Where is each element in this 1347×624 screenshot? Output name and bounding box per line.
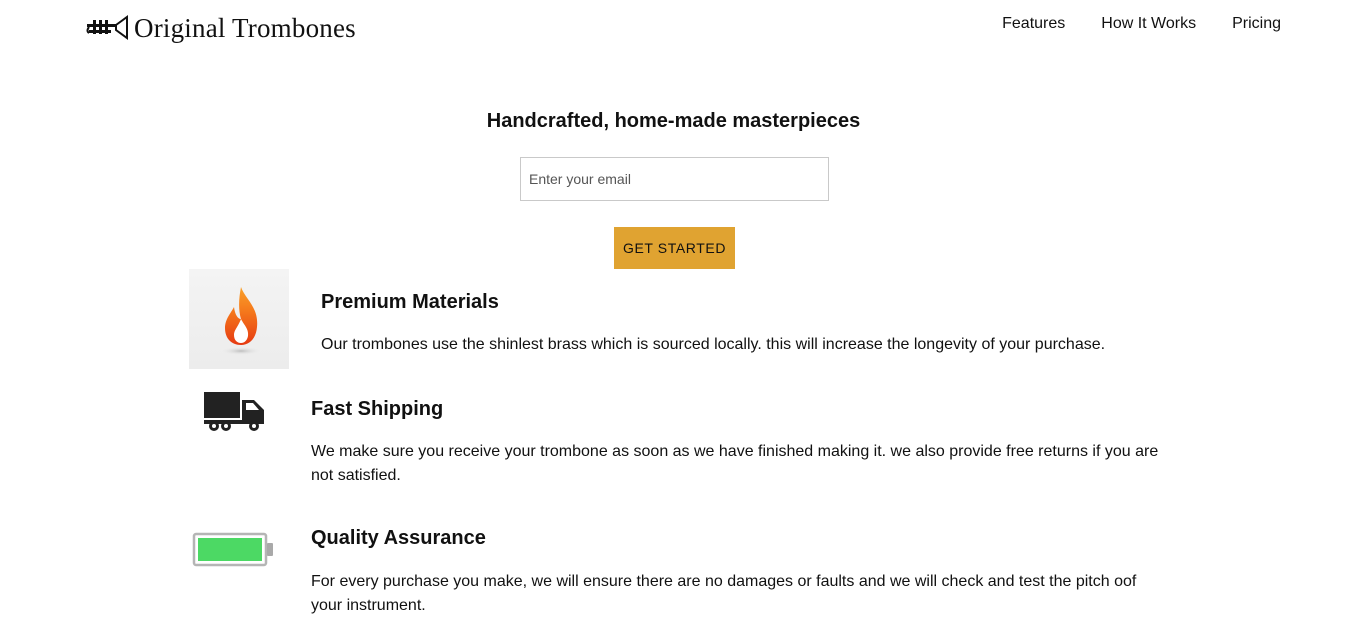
hero-section: Handcrafted, home-made masterpieces [0,110,1347,133]
feature-text-premium-materials: Our trombones use the shinlest brass whi… [321,336,1106,353]
feature-title-fast-shipping: Fast Shipping [311,398,444,420]
nav-features[interactable]: Features [1002,15,1065,33]
battery-icon [192,532,273,567]
hero-title: Handcrafted, home-made masterpieces [486,110,861,132]
nav-pricing[interactable]: Pricing [1232,15,1281,33]
feature-text-quality-assurance: For every purchase you make, we will ens… [311,573,1137,614]
flame-icon [189,269,289,369]
truck-icon [204,392,264,431]
get-started-button[interactable]: GET STARTED [614,227,735,269]
email-input[interactable] [520,157,829,201]
nav-how-it-works[interactable]: How It Works [1101,15,1196,33]
site-header: Original Trombones Features How It Works… [0,0,1347,56]
brand[interactable]: Original Trombones [86,10,356,46]
feature-text-fast-shipping: We make sure you receive your trombone a… [311,443,1159,484]
feature-title-quality-assurance: Quality Assurance [311,527,486,549]
feature-title-premium-materials: Premium Materials [321,291,499,313]
trumpet-icon [86,15,128,40]
main-nav: Features How It Works Pricing [966,15,1281,33]
brand-name: Original Trombones [134,12,356,43]
